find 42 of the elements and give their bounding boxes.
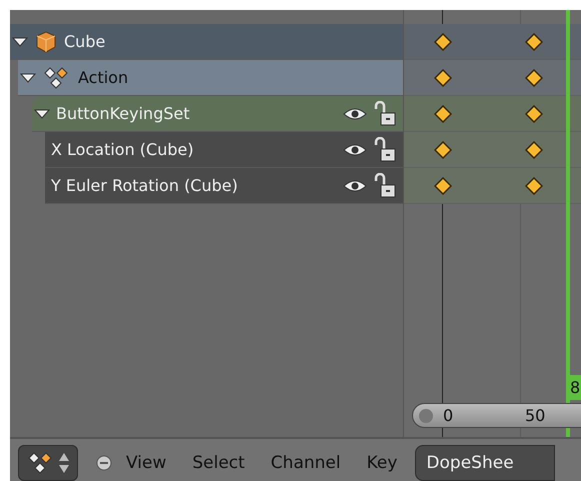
fcurve-channel-row[interactable]: X Location (Cube) <box>45 132 403 168</box>
expand-triangle-icon[interactable] <box>34 108 50 118</box>
frame-number: 50 <box>525 406 546 425</box>
unlocked-padlock-icon[interactable] <box>373 100 397 126</box>
expand-triangle-icon[interactable] <box>20 72 36 82</box>
keyframe-icon[interactable] <box>525 105 543 123</box>
keyframe-icon[interactable] <box>525 69 543 87</box>
scroll-handle-icon[interactable] <box>419 408 433 422</box>
menu-item[interactable]: Key <box>366 453 398 473</box>
channel-name: Y Euler Rotation (Cube) <box>51 176 239 195</box>
menu-item[interactable]: Channel <box>270 453 341 473</box>
eye-icon[interactable] <box>343 106 367 120</box>
menu-item[interactable]: View <box>126 453 166 473</box>
keyframe-icon[interactable] <box>525 33 543 51</box>
mode-dropdown[interactable]: DopeShee <box>415 445 555 481</box>
channel-name: Cube <box>64 32 106 51</box>
keyframe-icon[interactable] <box>434 69 452 87</box>
object-channel-row[interactable]: Cube <box>10 24 403 60</box>
channel-name: Action <box>78 68 130 87</box>
menu-item[interactable]: Select <box>192 453 245 473</box>
group-channel-row[interactable]: ButtonKeyingSet <box>32 96 403 132</box>
fcurve-channel-row[interactable]: Y Euler Rotation (Cube) <box>45 168 403 204</box>
eye-icon[interactable] <box>343 142 367 156</box>
keyframe-icon[interactable] <box>434 177 452 195</box>
keyframe-icon[interactable] <box>434 105 452 123</box>
unlocked-padlock-icon[interactable] <box>373 136 397 162</box>
eye-icon[interactable] <box>343 178 367 192</box>
keyframe-icon[interactable] <box>434 33 452 51</box>
timeline-scrollbar[interactable]: 0 50 <box>412 403 581 428</box>
editor-type-button[interactable] <box>18 445 78 481</box>
keyframe-icon[interactable] <box>434 141 452 159</box>
up-down-arrows-icon <box>58 451 70 475</box>
action-channel-row[interactable]: Action <box>18 60 403 96</box>
frame-number: 0 <box>443 406 454 425</box>
channel-name: ButtonKeyingSet <box>56 104 191 123</box>
collapse-menus-icon[interactable] <box>96 455 112 471</box>
unlocked-padlock-icon[interactable] <box>373 172 397 198</box>
cube-icon <box>34 30 58 54</box>
keyframe-icon[interactable] <box>525 177 543 195</box>
channel-name: X Location (Cube) <box>51 140 195 159</box>
keyframe-icon[interactable] <box>525 141 543 159</box>
expand-triangle-icon[interactable] <box>12 36 28 46</box>
